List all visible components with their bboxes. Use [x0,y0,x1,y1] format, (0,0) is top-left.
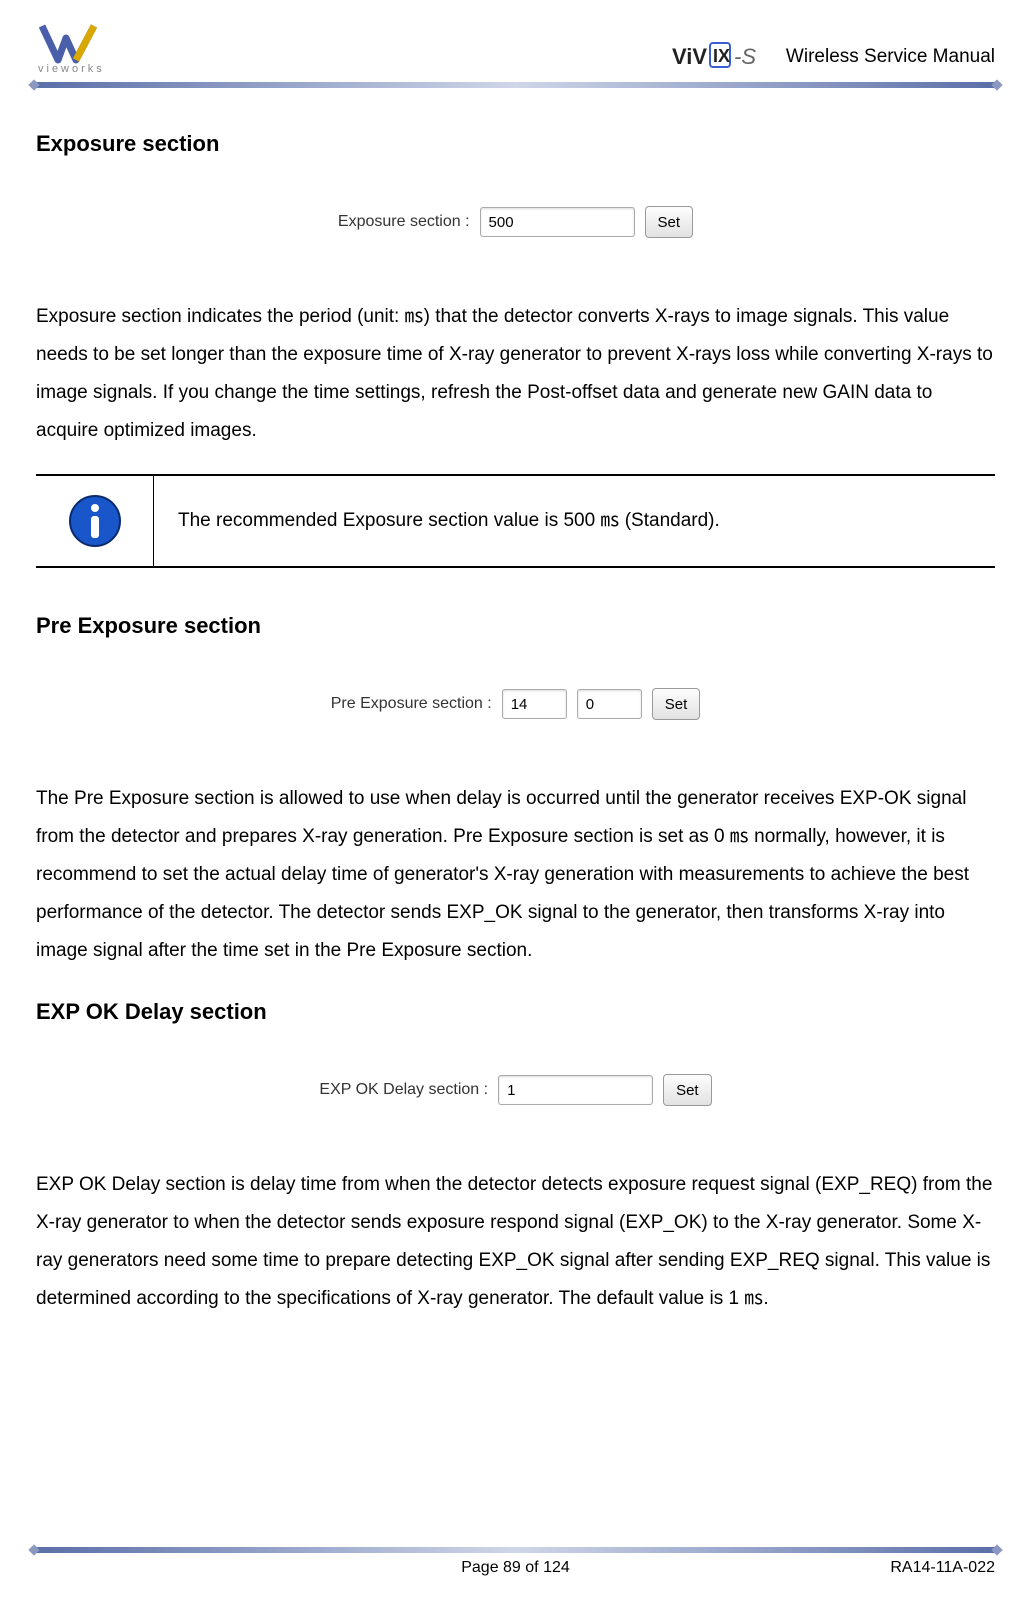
exposure-ui-row: Exposure section : Set [36,206,995,238]
manual-title: Wireless Service Manual [786,46,995,68]
info-icon-cell [36,476,154,566]
pre-exposure-label: Pre Exposure section : [331,688,492,720]
pre-exposure-input-2[interactable] [577,689,642,719]
brand-text: vieworks [38,63,105,74]
info-icon [68,494,122,548]
exposure-body: Exposure section indicates the period (u… [36,298,995,450]
expok-label: EXP OK Delay section : [319,1074,488,1106]
page-number: Page 89 of 124 [36,1559,995,1577]
expok-input[interactable] [498,1075,653,1105]
info-box: The recommended Exposure section value i… [36,474,995,568]
heading-expok: EXP OK Delay section [36,990,995,1034]
svg-text:IX: IX [713,46,730,66]
exposure-label: Exposure section : [338,206,470,238]
heading-pre-exposure: Pre Exposure section [36,604,995,648]
page-content: Exposure section Exposure section : Set … [36,88,995,1318]
expok-body: EXP OK Delay section is delay time from … [36,1166,995,1318]
expok-ui-row: EXP OK Delay section : Set [36,1074,995,1106]
page-footer: Page 89 of 124 RA14-11A-022 [36,1547,995,1577]
footer-divider [34,1547,997,1553]
vieworks-logo-icon: vieworks [36,20,120,74]
expok-set-button[interactable]: Set [663,1074,712,1106]
pre-exposure-body: The Pre Exposure section is allowed to u… [36,780,995,970]
pre-exposure-input-1[interactable] [502,689,567,719]
page-header: vieworks ViV IX -S Wireless Service Manu… [36,20,995,82]
pre-exposure-set-button[interactable]: Set [652,688,701,720]
exposure-input[interactable] [480,207,635,237]
info-text: The recommended Exposure section value i… [154,476,995,566]
brand-logo: vieworks [36,20,120,74]
pre-exposure-ui-row: Pre Exposure section : Set [36,688,995,720]
heading-exposure: Exposure section [36,122,995,166]
exposure-set-button[interactable]: Set [645,206,694,238]
svg-text:-S: -S [734,44,756,69]
header-divider [34,82,997,88]
vivix-logo-icon: ViV IX -S [672,40,772,74]
svg-text:ViV: ViV [672,44,707,69]
